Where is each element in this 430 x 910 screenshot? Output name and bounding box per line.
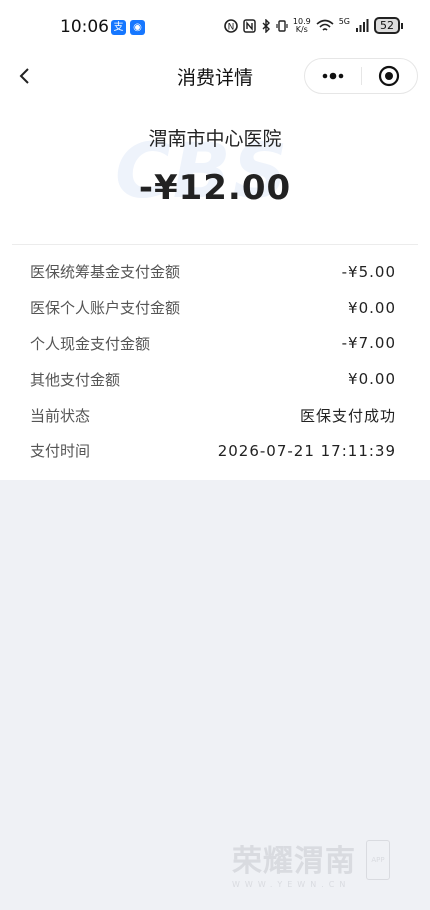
more-dots-icon xyxy=(322,72,344,80)
network-type: 5G xyxy=(338,17,350,26)
nav-bar: 消费详情 xyxy=(0,56,430,96)
wifi-icon xyxy=(316,19,334,31)
svg-text:N: N xyxy=(228,22,235,32)
detail-row-payment-time: 支付时间 2026-07-21 17:11:39 xyxy=(30,433,396,469)
battery-level: 52 xyxy=(380,19,394,32)
detail-label: 其他支付金额 xyxy=(30,370,121,389)
target-circle-icon xyxy=(379,65,400,87)
detail-list: 医保统筹基金支付金额 -¥5.00 医保个人账户支付金额 ¥0.00 个人现金支… xyxy=(30,254,396,469)
status-time: 10:06 xyxy=(60,17,109,37)
signal-icon xyxy=(356,18,369,32)
payment-time-value: 2026-07-21 17:11:39 xyxy=(217,441,396,460)
detail-row-status: 当前状态 医保支付成功 xyxy=(30,397,396,433)
status-indicators: N 10.9 K/s 5G 52 xyxy=(224,16,403,34)
net-speed: 10.9 K/s xyxy=(292,16,311,34)
detail-value: -¥5.00 xyxy=(341,262,396,281)
battery-icon: 52 xyxy=(374,17,403,34)
vibrate-icon xyxy=(276,19,288,32)
payment-detail-card: CBS 渭南市中心医院 -¥12.00 医保统筹基金支付金额 -¥5.00 医保… xyxy=(0,96,430,480)
alipay-badge-icon: 支 xyxy=(111,20,126,35)
detail-label: 医保个人账户支付金额 xyxy=(30,299,181,318)
mini-program-capsule xyxy=(304,58,418,94)
footer-watermark-url: WWW.YEWN.CN xyxy=(232,880,351,889)
status-bar: 10:06 支 ◉ N 10.9 K/s 5G 52 xyxy=(0,0,430,56)
status-value: 医保支付成功 xyxy=(299,406,396,425)
hospital-name: 渭南市中心医院 xyxy=(148,128,282,150)
detail-label: 当前状态 xyxy=(30,406,91,425)
detail-label: 支付时间 xyxy=(30,442,91,461)
detail-value: ¥0.00 xyxy=(348,298,396,317)
nfc-icon: N xyxy=(224,18,238,33)
detail-row-personal-account: 医保个人账户支付金额 ¥0.00 xyxy=(30,290,396,326)
nfc-n-icon xyxy=(243,18,256,33)
bluetooth-icon xyxy=(262,18,270,33)
more-button[interactable] xyxy=(305,59,361,93)
detail-row-fund-payment: 医保统筹基金支付金额 -¥5.00 xyxy=(30,254,396,290)
detail-label: 个人现金支付金额 xyxy=(30,334,151,353)
footer-watermark: 荣耀渭南 WWW.YEWN.CN APP xyxy=(232,836,392,889)
detail-value: ¥0.00 xyxy=(348,370,396,389)
detail-row-other-payment: 其他支付金额 ¥0.00 xyxy=(30,361,396,397)
close-mini-program-button[interactable] xyxy=(362,59,418,93)
footer-watermark-app-badge: APP xyxy=(366,840,390,880)
detail-label: 医保统筹基金支付金额 xyxy=(30,263,181,282)
total-amount: -¥12.00 xyxy=(138,168,292,208)
detail-value: -¥7.00 xyxy=(341,334,396,353)
detail-row-cash-payment: 个人现金支付金额 -¥7.00 xyxy=(30,326,396,362)
divider xyxy=(12,244,418,245)
location-badge-icon: ◉ xyxy=(130,20,145,35)
